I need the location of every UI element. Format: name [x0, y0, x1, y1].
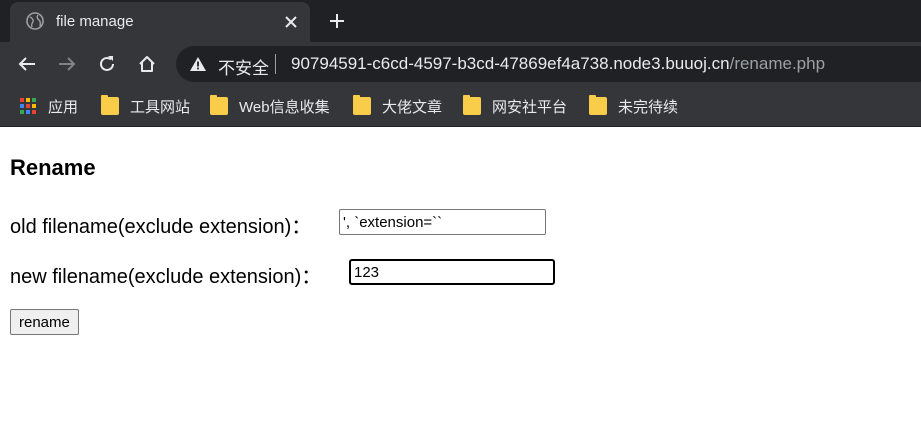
- bookmark-folder-web-info[interactable]: Web信息收集: [210, 95, 330, 116]
- arrow-left-icon[interactable]: [15, 52, 39, 76]
- tab-title: file manage: [56, 13, 134, 30]
- bookmark-apps[interactable]: 应用: [19, 96, 78, 116]
- security-divider: [275, 54, 276, 74]
- arrow-right-icon[interactable]: [55, 52, 79, 76]
- folder-icon: [589, 95, 607, 115]
- tab-strip: file manage: [0, 0, 921, 42]
- warning-icon[interactable]: [190, 57, 206, 71]
- folder-icon: [353, 95, 371, 115]
- rename-button[interactable]: rename: [10, 309, 79, 335]
- bookmark-folder-unfinished[interactable]: 未完待续: [589, 95, 679, 116]
- plus-icon[interactable]: [325, 9, 349, 33]
- bookmark-label: 大佬文章: [382, 98, 443, 116]
- bookmark-label: 网安社平台: [492, 98, 568, 116]
- page-title: Rename: [10, 155, 96, 180]
- browser-tab[interactable]: file manage: [10, 2, 310, 42]
- reload-icon[interactable]: [95, 52, 119, 76]
- bookmark-label: Web信息收集: [239, 98, 330, 116]
- address-bar[interactable]: 不安全 90794591-c6cd-4597-b3cd-47869ef4a738…: [176, 46, 921, 82]
- old-filename-input[interactable]: [339, 209, 546, 235]
- browser-toolbar: 不安全 90794591-c6cd-4597-b3cd-47869ef4a738…: [0, 42, 921, 86]
- new-filename-input[interactable]: [349, 259, 555, 285]
- bookmark-label: 工具网站: [130, 98, 191, 116]
- url-path: /rename.php: [729, 54, 826, 73]
- globe-icon: [26, 12, 44, 30]
- page-content: Rename old filename(exclude extension)： …: [0, 127, 921, 427]
- bookmark-label: 应用: [48, 98, 79, 116]
- bookmark-folder-security[interactable]: 网安社平台: [463, 95, 568, 116]
- close-icon[interactable]: [281, 12, 301, 32]
- bookmark-folder-articles[interactable]: 大佬文章: [353, 95, 443, 116]
- bookmark-folder-tools[interactable]: 工具网站: [101, 95, 191, 116]
- home-icon[interactable]: [135, 52, 159, 76]
- old-filename-label: old filename(exclude extension)：: [10, 216, 312, 238]
- security-label[interactable]: 不安全: [218, 54, 269, 79]
- apps-grid-icon: [20, 98, 36, 114]
- folder-icon: [210, 95, 228, 115]
- folder-icon: [463, 95, 481, 115]
- url-host: 90794591-c6cd-4597-b3cd-47869ef4a738.nod…: [291, 54, 730, 73]
- bookmark-label: 未完待续: [618, 98, 679, 116]
- new-filename-label: new filename(exclude extension)：: [10, 266, 322, 288]
- folder-icon: [101, 95, 119, 115]
- url-text[interactable]: 90794591-c6cd-4597-b3cd-47869ef4a738.nod…: [291, 54, 825, 74]
- bookmarks-bar: 应用 工具网站 Web信息收集 大佬文章 网安社平台 未完待续: [0, 86, 921, 127]
